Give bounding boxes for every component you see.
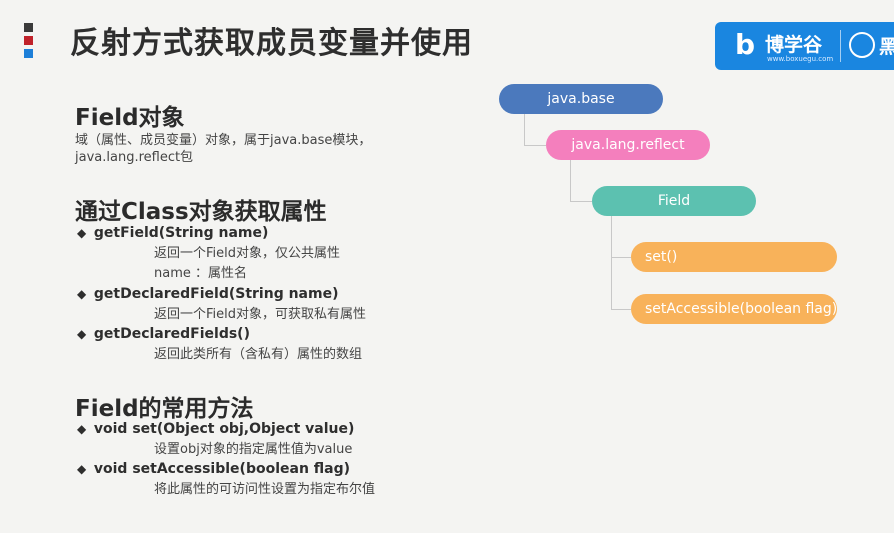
method-signature: getDeclaredFields() [93, 326, 250, 342]
method-item: ◆ getDeclaredFields() [77, 326, 250, 342]
slide: 反射方式获取成员变量并使用 b 博学谷 www.boxuegu.com 黑 Fi… [0, 0, 894, 533]
method-description: 返回一个Field对象，仅公共属性 [154, 246, 341, 261]
method-item: ◆ getField(String name) [77, 225, 268, 241]
bullet-diamond-icon: ◆ [77, 226, 87, 240]
method-signature: void setAccessible(boolean flag) [93, 461, 351, 477]
page-title: 反射方式获取成员变量并使用 [70, 26, 473, 61]
bullet-diamond-icon: ◆ [77, 462, 87, 476]
method-parameter-note: name ：属性名 [154, 266, 247, 281]
tree-node-method-set: set() [631, 242, 837, 272]
bullet-diamond-icon: ◆ [77, 287, 87, 301]
logo-divider [840, 30, 841, 62]
tree-node-package: java.lang.reflect [546, 130, 710, 160]
logo-partner-name: 黑 [879, 36, 894, 58]
decor-square-dark [24, 23, 33, 32]
tree-connector [570, 160, 571, 201]
method-item: ◆ getDeclaredField(String name) [77, 286, 338, 302]
section-field-line1: 域（属性、成员变量）对象，属于java.base模块， [75, 133, 372, 148]
tree-connector [611, 257, 631, 258]
tree-connector [611, 216, 612, 309]
decor-square-red [24, 36, 33, 45]
method-signature: getDeclaredField(String name) [93, 286, 339, 302]
tree-connector [524, 114, 525, 145]
method-description: 将此属性的可访问性设置为指定布尔值 [154, 482, 376, 497]
method-item: ◆ void setAccessible(boolean flag) [77, 461, 350, 477]
method-description: 返回一个Field对象，可获取私有属性 [154, 307, 367, 322]
method-description: 返回此类所有（含私有）属性的数组 [154, 347, 363, 362]
section-field-heading: Field对象 [75, 105, 185, 131]
decor-square-blue [24, 49, 33, 58]
logo-brand-url: www.boxuegu.com [767, 55, 834, 63]
method-signature: void set(Object obj,Object value) [93, 421, 355, 437]
bullet-diamond-icon: ◆ [77, 327, 87, 341]
method-item: ◆ void set(Object obj,Object value) [77, 421, 354, 437]
tree-connector [570, 201, 592, 202]
partner-logo-icon [849, 32, 875, 58]
tree-node-class: Field [592, 186, 756, 216]
tree-connector [524, 145, 546, 146]
method-signature: getField(String name) [93, 225, 269, 241]
section-field-line2: java.lang.reflect包 [75, 150, 194, 165]
brand-logo: b 博学谷 www.boxuegu.com 黑 [715, 22, 894, 70]
bullet-diamond-icon: ◆ [77, 422, 87, 436]
tree-node-method-setaccessible: setAccessible(boolean flag) [631, 294, 837, 324]
section-class-heading: 通过Class对象获取属性 [75, 199, 327, 225]
method-description: 设置obj对象的指定属性值为value [154, 442, 353, 457]
tree-connector [611, 309, 631, 310]
tree-node-module: java.base [499, 84, 663, 114]
section-methods-heading: Field的常用方法 [75, 396, 254, 422]
logo-b-icon: b [735, 28, 756, 61]
logo-brand-name: 博学谷 [765, 34, 823, 56]
